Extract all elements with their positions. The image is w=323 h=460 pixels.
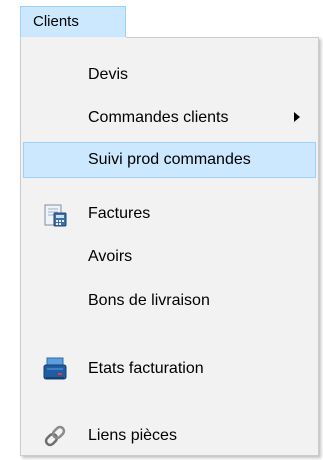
menu-item-label: Factures (88, 205, 151, 222)
menu-item-label: Commandes clients (88, 109, 229, 126)
menu-item-avoirs[interactable]: Avoirs (23, 239, 316, 275)
menu-item-factures[interactable]: Factures (23, 196, 316, 232)
printer-icon (41, 355, 69, 383)
clients-dropdown-menu: Devis Commandes clients Suivi prod comma… (20, 37, 319, 456)
menu-item-suivi-prod-commandes[interactable]: Suivi prod commandes (23, 142, 316, 178)
chain-link-icon (41, 422, 69, 450)
menubar-item-label: Clients (33, 13, 79, 30)
menubar-item-clients[interactable]: Clients (20, 6, 126, 38)
menu-item-devis[interactable]: Devis (23, 57, 316, 93)
menu-item-label: Avoirs (88, 248, 133, 265)
menu-item-label: Suivi prod commandes (88, 151, 251, 168)
submenu-arrow-icon (294, 112, 300, 122)
menu-item-bons-de-livraison[interactable]: Bons de livraison (23, 283, 316, 319)
menu-item-label: Bons de livraison (88, 292, 210, 309)
menu-item-label: Devis (88, 66, 129, 83)
menu-item-etats-facturation[interactable]: Etats facturation (23, 351, 316, 387)
menu-item-label: Liens pièces (88, 427, 177, 444)
menu-seam (21, 37, 126, 39)
invoice-calculator-icon (41, 200, 69, 228)
menu-item-label: Etats facturation (88, 360, 204, 377)
menu-item-commandes-clients[interactable]: Commandes clients (23, 100, 316, 136)
menu-item-liens-pieces[interactable]: Liens pièces (23, 418, 316, 454)
